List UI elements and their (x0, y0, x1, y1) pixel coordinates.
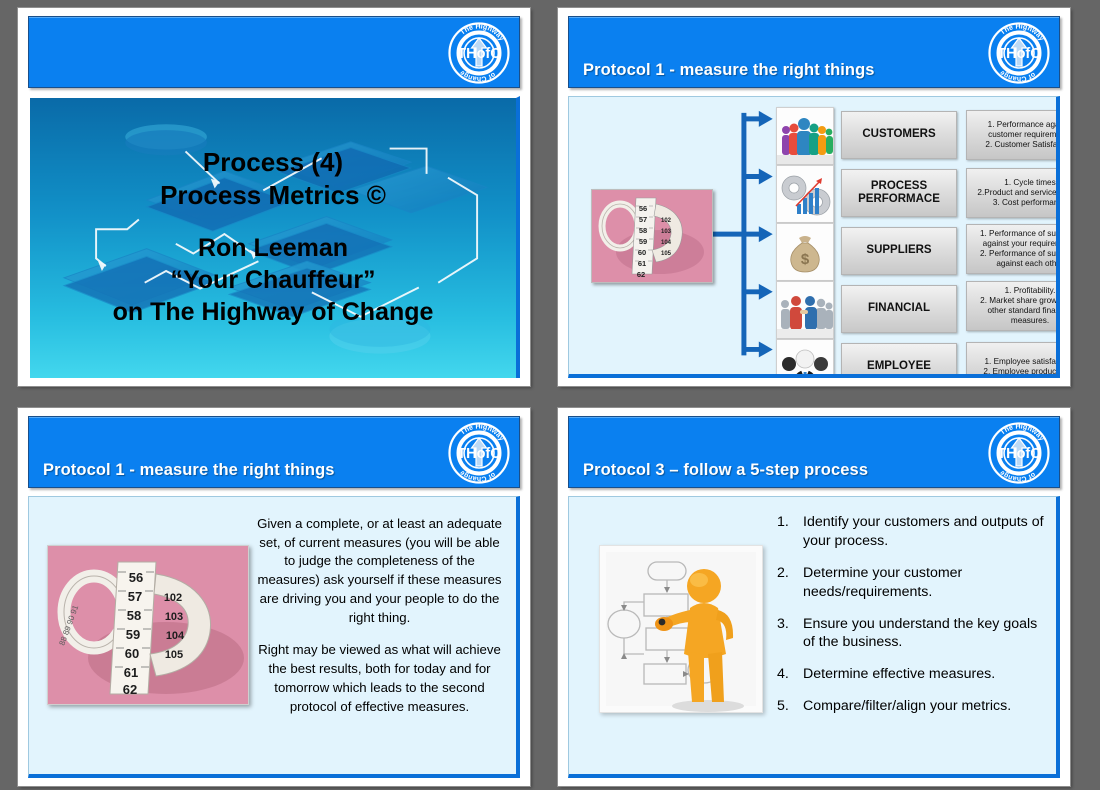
step-text: Determine effective measures. (803, 666, 996, 683)
text-panel: 56 57 58 59 60 61 62 102 103 104 105 88 … (28, 496, 520, 778)
svg-text:57: 57 (128, 589, 142, 604)
slide-protocol-1-diagram[interactable]: Protocol 1 - measure the right things Th… (558, 8, 1070, 386)
slide-header-bar: Protocol 1 - measure the right things Th… (28, 416, 520, 488)
svg-text:56: 56 (639, 204, 647, 213)
title-text-block: Process (4) Process Metrics © Ron Leeman… (30, 98, 516, 378)
row-detail-customers: 1. Performance against customer requirem… (966, 110, 1056, 160)
row-label-financial: FINANCIAL (841, 285, 957, 333)
slide-header-title: Protocol 1 - measure the right things (43, 461, 335, 479)
title-line-4: Ron Leeman (197, 234, 349, 263)
steps-panel: 1. Identify your customers and outputs o… (568, 496, 1060, 778)
svg-text:105: 105 (661, 251, 672, 257)
tape-measure-image: 56 57 58 59 60 61 62 102 103 104 105 (591, 189, 713, 283)
row-label-customers: CUSTOMERS (841, 111, 957, 159)
step-number: 5. (777, 698, 789, 715)
steps-list: 1. Identify your customers and outputs o… (777, 513, 1046, 729)
slide-title[interactable]: The Highway of Change THofC Process (4) … (18, 8, 530, 386)
svg-text:62: 62 (637, 270, 645, 279)
svg-text:60: 60 (638, 248, 646, 257)
step-text: Compare/filter/align your metrics. (803, 698, 1012, 715)
step-text: Ensure you understand the key goals of t… (803, 615, 1038, 651)
svg-text:103: 103 (661, 229, 672, 235)
svg-text:103: 103 (165, 611, 183, 623)
step-number: 3. (777, 615, 789, 632)
title-artwork-panel: Process (4) Process Metrics © Ron Leeman… (28, 96, 520, 378)
the-highway-of-change-logo: The Highway of Change THofC (987, 421, 1051, 485)
step-number: 1. (777, 514, 789, 530)
slide-protocol-1-text[interactable]: Protocol 1 - measure the right things Th… (18, 408, 530, 786)
svg-text:102: 102 (164, 592, 182, 604)
the-highway-of-change-logo: The Highway of Change THofC (987, 21, 1051, 85)
row-detail-financial: 1. Profitability.2. Market share growth … (966, 281, 1056, 331)
row-label-employee: EMPLOYEE (841, 343, 957, 374)
gears-and-bar-chart-icon (776, 165, 834, 223)
svg-text:104: 104 (661, 240, 672, 246)
title-line-5: “Your Chauffeur” (170, 266, 376, 295)
svg-text:102: 102 (661, 218, 672, 224)
svg-text:60: 60 (125, 646, 139, 661)
paragraph-2: Right may be viewed as what will achieve… (258, 642, 501, 714)
diagram-panel: 56 57 58 59 60 61 62 102 103 104 105 CUS… (568, 96, 1060, 378)
step-number: 2. (777, 564, 789, 581)
step-number: 4. (777, 666, 789, 683)
tape-measure-image: 56 57 58 59 60 61 62 102 103 104 105 (47, 545, 249, 705)
row-label-process-performace: PROCESS PERFORMACE (841, 169, 957, 217)
list-item: 1. Identify your customers and outputs o… (777, 513, 1046, 551)
svg-text:57: 57 (639, 215, 647, 224)
crowd-of-people-icon (776, 107, 834, 165)
slide-header-title: Protocol 3 – follow a 5-step process (583, 461, 869, 479)
title-line-6: on The Highway of Change (112, 298, 434, 327)
title-body-panel: Process (4) Process Metrics © Ron Leeman… (28, 96, 520, 378)
svg-text:62: 62 (123, 682, 137, 697)
row-detail-suppliers: 1. Performance of suppliers against your… (966, 224, 1056, 274)
svg-text:104: 104 (166, 630, 185, 642)
slide-header-bar: The Highway of Change THofC (28, 16, 520, 88)
slide-header-title: Protocol 1 - measure the right things (583, 61, 875, 79)
body-text-block: Given a complete, or at least an adequat… (257, 515, 502, 730)
svg-text:59: 59 (639, 237, 647, 246)
svg-text:59: 59 (126, 627, 140, 642)
person-with-flowchart-image (599, 545, 763, 713)
business-people-handshake-icon (776, 281, 834, 339)
slide-protocol-3[interactable]: Protocol 3 – follow a 5-step process The… (558, 408, 1070, 786)
list-item: 3. Ensure you understand the key goals o… (777, 615, 1046, 653)
svg-text:105: 105 (165, 649, 183, 661)
svg-text:$: $ (801, 251, 810, 268)
step-text: Identify your customers and outputs of y… (803, 514, 1044, 549)
row-label-suppliers: SUPPLIERS (841, 227, 957, 275)
title-line-2: Process Metrics © (160, 180, 386, 210)
employee-group-icon (776, 339, 834, 374)
the-highway-of-change-logo: The Highway of Change THofC (447, 21, 511, 85)
list-item: 4. Determine effective measures. (777, 665, 1046, 684)
paragraph-1: Given a complete, or at least an adequat… (257, 516, 502, 625)
slide-header-bar: Protocol 3 – follow a 5-step process The… (568, 416, 1060, 488)
slide-header-bar: Protocol 1 - measure the right things Th… (568, 16, 1060, 88)
list-item: 5. Compare/filter/align your metrics. (777, 697, 1046, 716)
money-bag-icon: $ (776, 223, 834, 281)
svg-text:THofC: THofC (457, 46, 501, 62)
the-highway-of-change-logo: The Highway of Change THofC (447, 421, 511, 485)
slide-deck: The Highway of Change THofC Process (4) … (0, 0, 1100, 790)
svg-text:56: 56 (129, 570, 143, 585)
list-item: 2. Determine your customer needs/require… (777, 564, 1046, 602)
svg-text:THofC: THofC (997, 446, 1041, 462)
svg-text:61: 61 (124, 665, 138, 680)
svg-text:THofC: THofC (457, 446, 501, 462)
svg-text:61: 61 (638, 259, 646, 268)
svg-text:58: 58 (127, 608, 141, 623)
step-text: Determine your customer needs/requiremen… (803, 564, 963, 600)
row-detail-employee: 1. Employee satisfaction.2. Employee pro… (966, 342, 1056, 374)
title-line-1: Process (4) (202, 146, 344, 177)
row-detail-process-performace: 1. Cycle times2.Product and service qual… (966, 168, 1056, 218)
svg-text:58: 58 (639, 226, 647, 235)
svg-text:THofC: THofC (997, 46, 1041, 62)
